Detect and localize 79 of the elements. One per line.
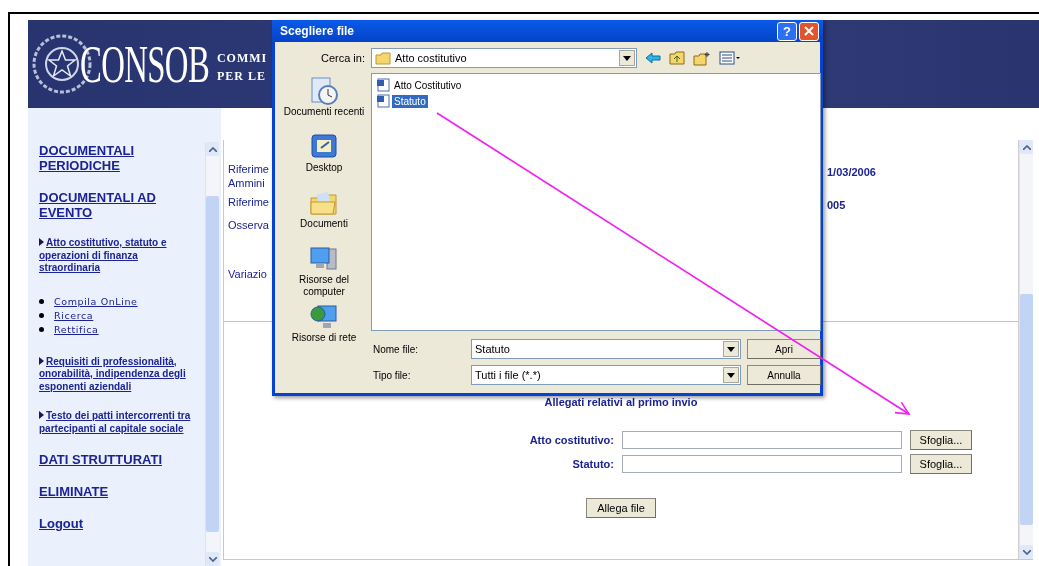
nav-link[interactable]: Compila OnLine: [54, 295, 138, 307]
nav-link[interactable]: DOCUMENTALI PERIODICHE: [39, 143, 199, 173]
file-item[interactable]: Atto Costitutivo: [376, 78, 464, 92]
field-value: 1/03/2006: [827, 166, 876, 178]
scroll-up-button[interactable]: [206, 142, 219, 156]
scroll-down-button[interactable]: [206, 552, 219, 566]
up-folder-icon[interactable]: [669, 51, 685, 65]
nav-link[interactable]: Logout: [39, 516, 199, 531]
chevron-down-icon: [1022, 549, 1031, 555]
bullet-icon: [39, 298, 44, 304]
place-item[interactable]: Risorse di rete: [280, 302, 368, 354]
nav-link[interactable]: ELIMINATE: [39, 484, 199, 499]
file-path-field[interactable]: [622, 431, 902, 449]
chevron-up-icon: [208, 146, 217, 152]
field-label: Riferime: [228, 162, 270, 176]
folder-icon: [375, 51, 391, 65]
logo-text: CONSOB: [80, 34, 210, 94]
nav-link[interactable]: Ricerca: [54, 309, 94, 321]
dropdown-button[interactable]: [619, 50, 635, 66]
caret-icon: [727, 346, 735, 352]
nav-link[interactable]: DOCUMENTALI AD EVENTO: [39, 190, 199, 220]
view-menu-icon[interactable]: [719, 51, 741, 65]
scrollbar[interactable]: [1019, 140, 1033, 559]
file-path-field[interactable]: [622, 455, 902, 473]
nav-link[interactable]: Rettifica: [54, 323, 99, 335]
place-item[interactable]: Desktop: [280, 132, 368, 184]
place-item[interactable]: Risorse del computer: [280, 244, 368, 298]
nav-link[interactable]: Atto costitutivo, statuto e operazioni di finanza straordinaria: [39, 237, 199, 275]
look-in-dropdown[interactable]: Atto costitutivo: [371, 48, 637, 68]
document-icon: [376, 94, 390, 108]
back-arrow-icon[interactable]: [645, 52, 661, 64]
bullet-icon: [39, 326, 44, 332]
clock-document-icon: [309, 76, 339, 106]
chevron-up-icon: [1022, 144, 1031, 150]
scroll-up-button[interactable]: [1020, 140, 1033, 154]
dropdown-button[interactable]: [723, 341, 739, 357]
file-type-label: Tipo file:: [373, 369, 412, 381]
place-item[interactable]: Documenti: [280, 188, 368, 240]
cancel-button[interactable]: Annulla: [747, 365, 821, 385]
scroll-thumb[interactable]: [1020, 294, 1033, 525]
triangle-icon: [39, 356, 44, 365]
chevron-down-icon: [208, 556, 217, 562]
place-item[interactable]: Documenti recenti: [280, 76, 368, 128]
attach-button[interactable]: Allega file: [586, 498, 656, 518]
field-label: Riferime: [228, 195, 270, 209]
field-label: Variazio: [228, 267, 268, 281]
triangle-icon: [39, 411, 44, 419]
field-label: Atto costitutivo:: [528, 434, 614, 446]
look-in-label: Cerca in:: [319, 52, 366, 64]
triangle-icon: [39, 238, 44, 246]
dialog-title: Scegliere file: [280, 24, 356, 38]
scrollbar[interactable]: [205, 142, 219, 566]
new-folder-icon[interactable]: [693, 50, 711, 66]
bullet-icon: [39, 312, 44, 318]
scroll-thumb[interactable]: [206, 196, 219, 532]
file-name-field[interactable]: Statuto: [471, 339, 741, 359]
field-label: Osserva: [228, 218, 270, 232]
open-button[interactable]: Apri: [747, 339, 821, 359]
field-value: 005: [827, 199, 846, 211]
nav-link[interactable]: Testo dei patti intercorrenti tra partecipanti al capitale sociale: [39, 410, 199, 435]
field-label: Ammini: [228, 176, 266, 190]
file-name-label: Nome file:: [373, 343, 419, 355]
file-type-dropdown[interactable]: Tutti i file (*.*): [471, 365, 741, 385]
section-title: Allegati relativi al primo invio: [544, 396, 698, 408]
nav-link[interactable]: Requisiti di professionalità, onorabilità, indipendenza degli esponenti aziendali: [39, 355, 199, 393]
close-icon: [804, 26, 814, 36]
nav-link[interactable]: DATI STRUTTURATI: [39, 452, 199, 467]
tagline-text: PER LE: [216, 68, 267, 85]
field-label: Statuto:: [571, 458, 614, 470]
help-button[interactable]: ?: [777, 21, 797, 41]
dropdown-button[interactable]: [723, 367, 739, 383]
browse-button[interactable]: Sfoglia...: [910, 454, 972, 474]
caret-icon: [623, 55, 631, 61]
tagline-text: COMMI: [216, 50, 268, 67]
caret-icon: [727, 372, 735, 378]
close-button[interactable]: [799, 21, 819, 41]
browse-button[interactable]: Sfoglia...: [910, 430, 972, 450]
document-icon: [376, 78, 390, 92]
scroll-down-button[interactable]: [1020, 545, 1033, 559]
